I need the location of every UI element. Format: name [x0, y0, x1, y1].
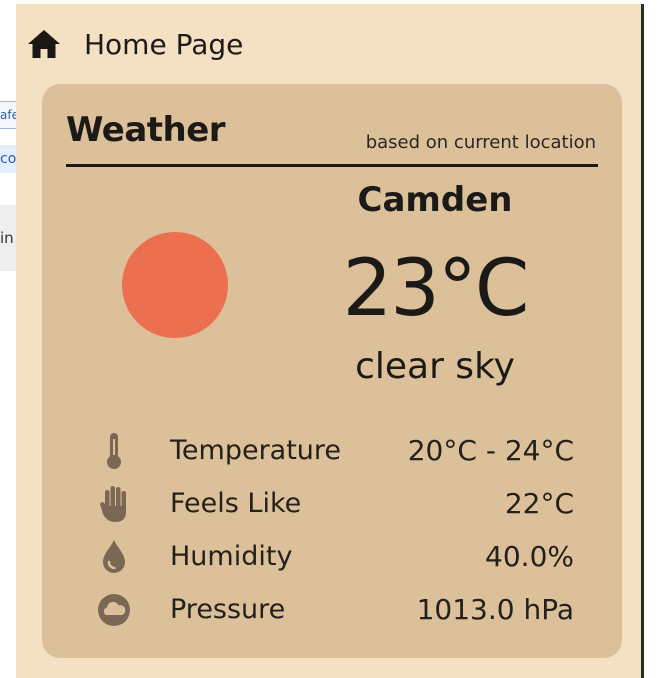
- cloud-icon: [92, 590, 136, 630]
- thermometer-icon: [92, 431, 136, 471]
- current-temperature: 23°C: [342, 244, 530, 334]
- city-name: Camden: [357, 180, 513, 220]
- detail-value: 1013.0 hPa: [416, 593, 574, 626]
- detail-row-humidity: Humidity 40.0%: [92, 530, 574, 583]
- droplet-icon: [92, 537, 136, 577]
- weather-card: Weather based on current location Camden…: [42, 84, 622, 658]
- detail-label: Pressure: [170, 594, 286, 625]
- weather-card-title: Weather: [66, 110, 226, 150]
- page-title: Home Page: [84, 27, 244, 61]
- detail-label: Feels Like: [170, 488, 302, 519]
- detail-label: Temperature: [170, 435, 342, 466]
- detail-value: 22°C: [504, 487, 574, 520]
- hand-icon: [92, 484, 136, 524]
- weather-description: clear sky: [355, 346, 515, 387]
- detail-label: Humidity: [170, 541, 293, 572]
- detail-row-temperature: Temperature 20°C - 24°C: [92, 424, 574, 477]
- divider: [66, 164, 598, 167]
- home-panel: Home Page Weather based on current locat…: [16, 4, 644, 678]
- sun-icon: [122, 232, 228, 338]
- weather-details: Temperature 20°C - 24°C Feels Like 22°C: [92, 424, 574, 636]
- detail-value: 20°C - 24°C: [407, 434, 574, 467]
- weather-card-subtitle: based on current location: [365, 132, 596, 153]
- home-icon[interactable]: [26, 26, 62, 62]
- header: Home Page: [26, 22, 243, 66]
- detail-row-pressure: Pressure 1013.0 hPa: [92, 583, 574, 636]
- detail-value: 40.0%: [485, 540, 574, 573]
- detail-row-feels-like: Feels Like 22°C: [92, 477, 574, 530]
